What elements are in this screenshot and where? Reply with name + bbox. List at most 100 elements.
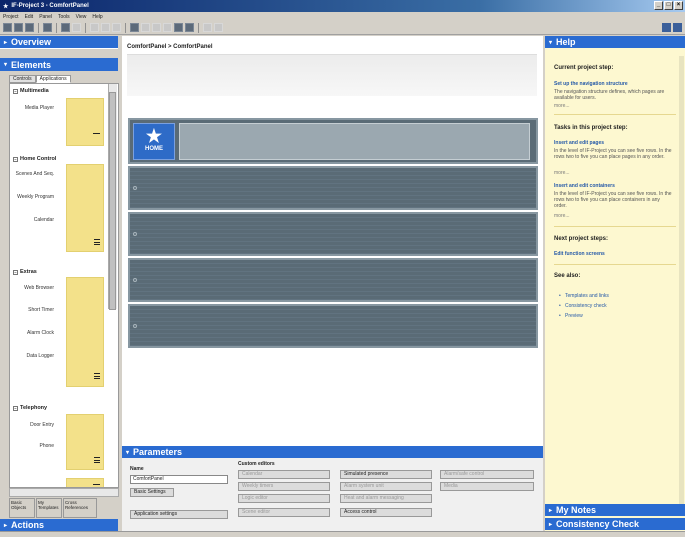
more-link[interactable]: more... (554, 103, 674, 109)
section-extras[interactable]: − Extras (13, 269, 37, 275)
parameters-header[interactable]: ▾ Parameters (122, 446, 543, 458)
scene-editor-button[interactable]: Scene editor (238, 508, 330, 517)
item-data-logger[interactable]: Data Logger (10, 353, 54, 359)
section-multimedia[interactable]: − Multimedia (13, 88, 49, 94)
item-phone[interactable]: Phone (10, 443, 54, 449)
collapse-icon[interactable]: − (13, 405, 18, 411)
alarm-system-unit-button[interactable]: Alarm system unit (340, 482, 432, 491)
arrow-left-icon[interactable] (203, 23, 212, 32)
elements-header[interactable]: ▾ Elements (0, 58, 118, 71)
heat-alarm-messaging-button[interactable]: Heat and alarm messaging (340, 494, 432, 503)
home-page-button[interactable]: ★ HOME (133, 123, 175, 160)
row-3[interactable] (128, 212, 538, 256)
basic-settings-button[interactable]: Basic Settings (130, 488, 174, 497)
tab-cross-references[interactable]: Cross References (63, 498, 97, 518)
weekly-timers-button[interactable]: Weekly timers (238, 482, 330, 491)
templates-links-link[interactable]: Templates and links (559, 293, 609, 299)
item-door-entry[interactable]: Door Entry (10, 422, 54, 428)
home-control-thumbnail[interactable] (66, 164, 104, 252)
insert-containers-link[interactable]: Insert and edit containers (554, 183, 615, 189)
add-page-icon[interactable] (133, 278, 137, 282)
scrollbar-thumb[interactable] (109, 92, 116, 310)
minimize-button[interactable]: _ (654, 1, 663, 10)
redo-icon[interactable] (72, 23, 81, 32)
consistency-check-header[interactable]: ▸ Consistency Check (545, 518, 685, 530)
nav-structure-link[interactable]: Set up the navigation structure (554, 81, 628, 87)
actions-header[interactable]: ▸ Actions (0, 519, 118, 531)
tab-applications[interactable]: Applications (35, 75, 71, 83)
save-icon[interactable] (25, 23, 34, 32)
section-home-control[interactable]: − Home Control (13, 156, 56, 162)
name-field[interactable]: ComfortPanel (130, 475, 228, 484)
row-home[interactable]: ★ HOME (128, 118, 538, 164)
close-button[interactable]: × (674, 1, 683, 10)
menu-view[interactable]: View (76, 14, 87, 20)
more-link[interactable]: more... (554, 213, 674, 219)
media-editor-button[interactable]: Media (440, 482, 534, 491)
media-player-thumbnail[interactable] (66, 98, 104, 146)
add-page-icon[interactable] (133, 232, 137, 236)
collapse-icon[interactable]: − (13, 88, 18, 94)
consistency-check-link[interactable]: Consistency check (559, 303, 607, 309)
menu-edit[interactable]: Edit (25, 14, 34, 20)
panel-layout-icon[interactable] (662, 23, 671, 32)
paste-icon[interactable] (112, 23, 121, 32)
copy-icon[interactable] (101, 23, 110, 32)
menu-tools[interactable]: Tools (58, 14, 70, 20)
page-icon[interactable] (130, 23, 139, 32)
access-control-button[interactable]: Access control (340, 508, 432, 517)
undo-icon[interactable] (61, 23, 70, 32)
help-header[interactable]: ▾ Help (545, 36, 685, 48)
edit-function-screens-link[interactable]: Edit function screens (554, 251, 605, 257)
item-scenes[interactable]: Scenes And Seq. (10, 171, 54, 177)
help-scrollbar[interactable] (679, 56, 684, 516)
tab-my-templates[interactable]: My Templates (36, 498, 62, 518)
panel-toggle-icon[interactable] (673, 23, 682, 32)
item-weekly-program[interactable]: Weekly Program (10, 194, 54, 200)
add-page-icon[interactable] (133, 186, 137, 190)
item-short-timer[interactable]: Short Timer (10, 307, 54, 313)
row-4[interactable] (128, 258, 538, 302)
more-link[interactable]: more... (554, 170, 674, 176)
menu-panel[interactable]: Panel (39, 14, 52, 20)
telephony-thumbnail-more[interactable] (66, 478, 104, 487)
maximize-button[interactable]: □ (664, 1, 673, 10)
arrow-right-icon[interactable] (214, 23, 223, 32)
zoom-out-icon[interactable] (163, 23, 172, 32)
tab-basic-objects[interactable]: Basic Objects (9, 498, 35, 518)
cut-icon[interactable] (90, 23, 99, 32)
calendar-editor-button[interactable]: Calendar (238, 470, 330, 479)
print-icon[interactable] (43, 23, 52, 32)
zoom-in-icon[interactable] (152, 23, 161, 32)
item-alarm-clock[interactable]: Alarm Clock (10, 330, 54, 336)
item-web-browser[interactable]: Web Browser (10, 285, 54, 291)
row-2[interactable] (128, 166, 538, 210)
alarm-safe-control-button[interactable]: Alarm/safe control (440, 470, 534, 479)
open-icon[interactable] (14, 23, 23, 32)
menu-help[interactable]: Help (92, 14, 102, 20)
simulated-presence-button[interactable]: Simulated presence (340, 470, 432, 479)
application-settings-button[interactable]: Application settings (130, 510, 228, 519)
horizontal-scrollbar[interactable] (9, 488, 119, 497)
preview-link[interactable]: Preview (559, 313, 583, 319)
grid-icon[interactable] (185, 23, 194, 32)
collapse-icon[interactable]: − (13, 269, 18, 275)
insert-pages-link[interactable]: Insert and edit pages (554, 140, 604, 146)
row-5[interactable] (128, 304, 538, 348)
layout-icon[interactable] (174, 23, 183, 32)
home-row-slot[interactable] (179, 123, 530, 160)
item-media-player[interactable]: Media Player (10, 105, 54, 111)
telephony-thumbnail[interactable] (66, 414, 104, 470)
section-telephony[interactable]: − Telephony (13, 405, 47, 411)
extras-thumbnail[interactable] (66, 277, 104, 387)
container-icon[interactable] (141, 23, 150, 32)
new-icon[interactable] (3, 23, 12, 32)
overview-header[interactable]: ▸ Overview (0, 36, 118, 49)
menu-project[interactable]: Project (3, 14, 19, 20)
my-notes-header[interactable]: ▸ My Notes (545, 504, 685, 516)
tab-controls[interactable]: Controls (9, 75, 36, 83)
collapse-icon[interactable]: − (13, 156, 18, 162)
add-page-icon[interactable] (133, 324, 137, 328)
item-calendar[interactable]: Calendar (10, 217, 54, 223)
logic-editor-button[interactable]: Logic editor (238, 494, 330, 503)
